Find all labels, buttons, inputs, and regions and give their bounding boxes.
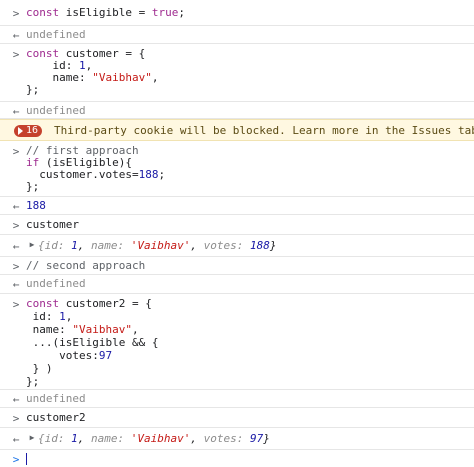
output-arrow-icon: ←	[12, 278, 20, 291]
expand-triangle-icon[interactable]: ▶	[26, 240, 38, 249]
code-line: name: "Vaibhav",	[26, 323, 139, 336]
code-line: // second approach	[26, 259, 146, 272]
devtools-console: > const isEligible = true; ← undefined >…	[0, 0, 474, 467]
play-icon	[18, 127, 23, 135]
console-input-row: > const isEligible = true;	[0, 0, 474, 26]
console-output-row: ← 188	[0, 197, 474, 215]
output-value: 188	[26, 199, 46, 212]
code-line: };	[26, 375, 40, 388]
output-arrow-icon: ←	[12, 433, 20, 446]
output-arrow-icon: ←	[12, 105, 20, 118]
console-output-row: ← undefined	[0, 390, 474, 408]
text-caret[interactable]	[26, 453, 27, 465]
console-input-row: > customer	[0, 215, 474, 235]
input-prompt-icon: >	[12, 48, 20, 61]
code-line: id: 1,	[26, 310, 73, 323]
console-input-row: > // first approach if (isEligible){ cus…	[0, 141, 474, 197]
code-line: };	[26, 83, 40, 96]
console-output-row: ← undefined	[0, 26, 474, 44]
code-line: votes:97	[26, 349, 113, 362]
input-prompt-icon: >	[12, 298, 20, 311]
code-line: const isEligible = true;	[26, 6, 185, 19]
input-prompt-icon: >	[12, 453, 20, 466]
expand-triangle-icon[interactable]: ▶	[26, 433, 38, 442]
code-line: customer2	[26, 411, 86, 424]
console-output-row[interactable]: ← ▶ {id: 1, name: 'Vaibhav', votes: 97}	[0, 428, 474, 450]
console-input-row: > const customer2 = { id: 1, name: "Vaib…	[0, 294, 474, 390]
console-output-row: ← undefined	[0, 275, 474, 294]
output-arrow-icon: ←	[12, 29, 20, 42]
cookie-warning-message: Third-party cookie will be blocked. Lear…	[54, 124, 474, 137]
output-arrow-icon: ←	[12, 240, 20, 253]
console-output-row: ← undefined	[0, 102, 474, 119]
code-line: name: "Vaibhav",	[26, 71, 159, 84]
output-value: undefined	[26, 392, 86, 405]
code-line: const customer2 = {	[26, 297, 152, 310]
code-line: customer	[26, 218, 79, 231]
output-arrow-icon: ←	[12, 200, 20, 213]
code-line: } )	[26, 362, 53, 375]
input-prompt-icon: >	[12, 145, 20, 158]
output-value: undefined	[26, 28, 86, 41]
input-prompt-icon: >	[12, 260, 20, 273]
code-line: ...(isEligible && {	[26, 336, 159, 349]
console-input-row: > // second approach	[0, 257, 474, 275]
output-value: undefined	[26, 104, 86, 117]
issues-count-badge[interactable]: 16	[14, 125, 43, 137]
output-value: undefined	[26, 277, 86, 290]
object-preview[interactable]: {id: 1, name: 'Vaibhav', votes: 188}	[38, 240, 276, 252]
object-preview[interactable]: {id: 1, name: 'Vaibhav', votes: 97}	[38, 433, 270, 445]
input-prompt-icon: >	[12, 219, 20, 232]
output-arrow-icon: ←	[12, 393, 20, 406]
console-input-row: > const customer = { id: 1, name: "Vaibh…	[0, 44, 474, 102]
input-prompt-icon: >	[12, 412, 20, 425]
console-output-row[interactable]: ← ▶ {id: 1, name: 'Vaibhav', votes: 188}	[0, 235, 474, 257]
code-line: };	[26, 180, 40, 193]
console-input-row: > customer2	[0, 408, 474, 428]
console-prompt-row[interactable]: >	[0, 450, 474, 467]
input-prompt-icon: >	[12, 7, 20, 20]
console-warning-row[interactable]: 16 Third-party cookie will be blocked. L…	[0, 119, 474, 141]
code-line: customer.votes=188;	[26, 168, 166, 181]
